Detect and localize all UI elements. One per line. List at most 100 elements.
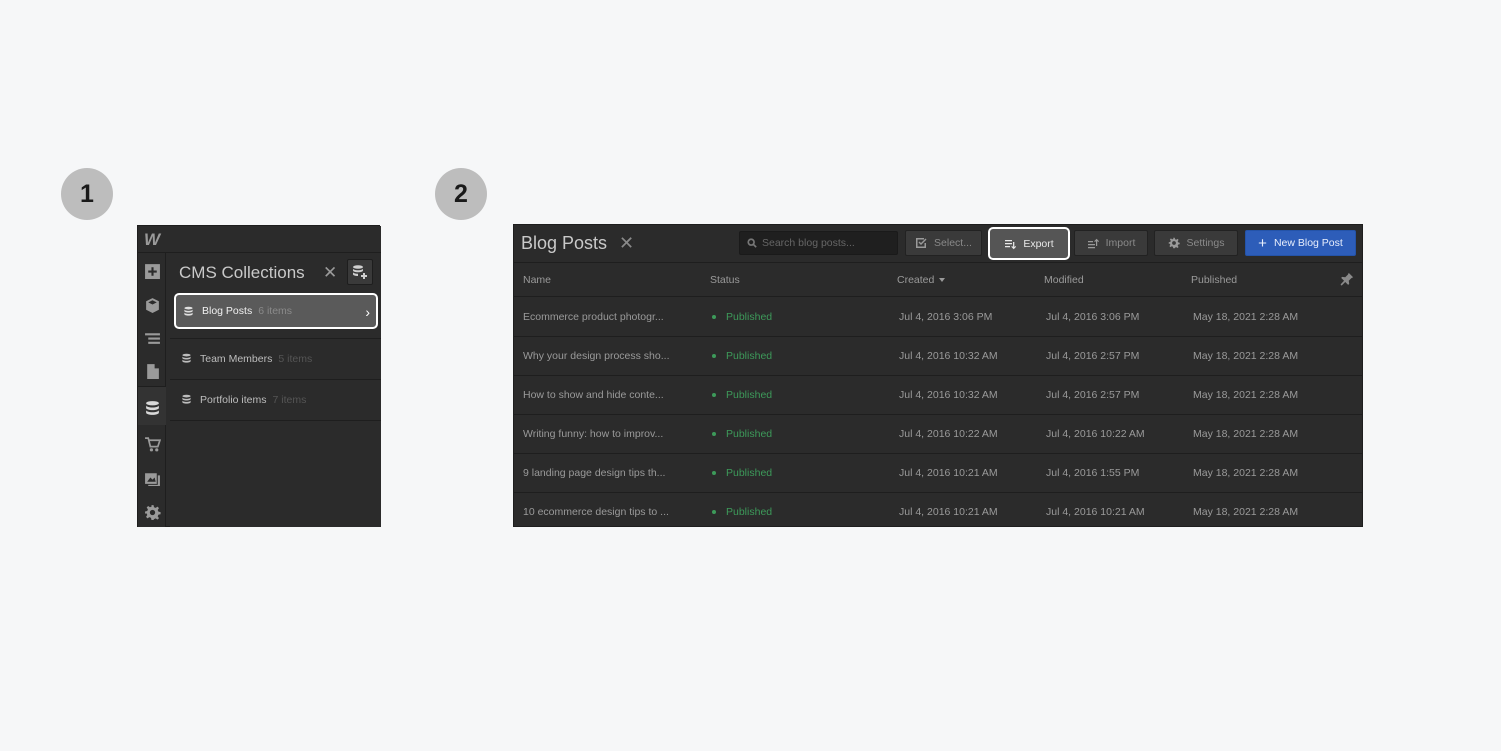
cell-published: May 18, 2021 2:28 AM — [1193, 467, 1299, 479]
add-database-icon — [353, 265, 367, 279]
blog-posts-panel: Blog Posts ✕ Select... Export Import Set… — [513, 224, 1363, 527]
pin-icon[interactable] — [1340, 272, 1354, 286]
pages-icon[interactable] — [141, 360, 163, 382]
webflow-logo: W — [143, 230, 161, 249]
database-icon — [182, 394, 191, 404]
status-label: Published — [726, 389, 773, 401]
cms-collections-panel: W CMS Collections ✕ Blog Posts 6 items ›… — [137, 225, 381, 527]
settings-button[interactable]: Settings — [1154, 230, 1238, 256]
status-dot-icon — [712, 354, 716, 359]
cell-name: Why your design process sho... — [523, 350, 670, 362]
database-icon — [184, 306, 193, 316]
status-label: Published — [726, 311, 773, 323]
select-label: Select... — [934, 237, 972, 249]
status-badge: Published — [712, 389, 772, 401]
cell-published: May 18, 2021 2:28 AM — [1193, 389, 1299, 401]
cell-created: Jul 4, 2016 10:22 AM — [899, 428, 998, 440]
export-button[interactable]: Export — [988, 227, 1070, 260]
search-input[interactable] — [762, 237, 892, 249]
table-row[interactable]: Why your design process sho... Published… — [514, 337, 1362, 376]
status-label: Published — [726, 506, 773, 518]
status-badge: Published — [712, 428, 772, 440]
column-header-created-label: Created — [897, 274, 935, 286]
cell-modified: Jul 4, 2016 1:55 PM — [1046, 467, 1140, 479]
gear-icon — [1168, 237, 1180, 249]
collection-item-team-members[interactable]: Team Members 5 items — [170, 338, 381, 378]
table-row[interactable]: How to show and hide conte... Published … — [514, 376, 1362, 415]
status-badge: Published — [712, 467, 772, 479]
table-row[interactable]: 9 landing page design tips th... Publish… — [514, 454, 1362, 493]
cell-created: Jul 4, 2016 10:32 AM — [899, 350, 998, 362]
step-badge-1: 1 — [61, 168, 113, 220]
search-icon — [747, 238, 757, 248]
new-blog-post-button[interactable]: + New Blog Post — [1245, 230, 1356, 256]
collection-name: Blog Posts — [202, 305, 253, 317]
status-label: Published — [726, 428, 773, 440]
status-label: Published — [726, 467, 773, 479]
column-header-published[interactable]: Published — [1191, 274, 1237, 286]
cell-created: Jul 4, 2016 3:06 PM — [899, 311, 993, 323]
table-row[interactable]: Ecommerce product photogr... Published J… — [514, 298, 1362, 337]
symbols-icon[interactable] — [141, 294, 163, 316]
top-bar: W — [138, 226, 381, 253]
cell-published: May 18, 2021 2:28 AM — [1193, 350, 1299, 362]
row-divider — [170, 420, 381, 421]
database-icon — [182, 353, 191, 363]
add-panel-icon[interactable] — [141, 260, 163, 282]
status-dot-icon — [712, 471, 716, 476]
chevron-right-icon: › — [365, 304, 370, 320]
collections-content: CMS Collections ✕ Blog Posts 6 items › T… — [170, 253, 381, 527]
status-badge: Published — [712, 350, 772, 362]
assets-icon[interactable] — [141, 467, 163, 489]
cell-modified: Jul 4, 2016 10:22 AM — [1046, 428, 1145, 440]
cell-name: 10 ecommerce design tips to ... — [523, 506, 669, 518]
new-blog-post-label: New Blog Post — [1273, 237, 1343, 249]
status-dot-icon — [712, 510, 716, 515]
cell-published: May 18, 2021 2:28 AM — [1193, 506, 1299, 518]
collection-name: Team Members — [200, 352, 273, 365]
column-header-created[interactable]: Created — [897, 274, 946, 286]
status-dot-icon — [712, 315, 716, 320]
cell-name: 9 landing page design tips th... — [523, 467, 666, 479]
left-toolbar — [138, 253, 166, 527]
panel-title: CMS Collections — [179, 263, 305, 282]
collection-item-portfolio-items[interactable]: Portfolio items 7 items — [170, 379, 381, 419]
cell-modified: Jul 4, 2016 10:21 AM — [1046, 506, 1145, 518]
import-button[interactable]: Import — [1074, 230, 1148, 256]
status-badge: Published — [712, 311, 772, 323]
cell-published: May 18, 2021 2:28 AM — [1193, 311, 1299, 323]
navigator-icon[interactable] — [141, 327, 163, 349]
settings-gear-icon[interactable] — [141, 501, 163, 523]
import-icon — [1087, 238, 1099, 249]
column-header-status[interactable]: Status — [710, 274, 740, 286]
add-collection-button[interactable] — [347, 259, 373, 285]
import-label: Import — [1105, 237, 1136, 249]
select-button[interactable]: Select... — [905, 230, 982, 256]
column-header-name[interactable]: Name — [523, 274, 551, 286]
cell-created: Jul 4, 2016 10:32 AM — [899, 389, 998, 401]
cell-modified: Jul 4, 2016 2:57 PM — [1046, 389, 1140, 401]
cell-published: May 18, 2021 2:28 AM — [1193, 428, 1299, 440]
close-icon[interactable]: ✕ — [323, 263, 337, 283]
cms-database-icon[interactable] — [141, 397, 163, 419]
collection-item-blog-posts[interactable]: Blog Posts 6 items › — [174, 293, 378, 329]
collection-name: Portfolio items — [200, 393, 267, 406]
cell-modified: Jul 4, 2016 2:57 PM — [1046, 350, 1140, 362]
table-row[interactable]: Writing funny: how to improv... Publishe… — [514, 415, 1362, 454]
cell-created: Jul 4, 2016 10:21 AM — [899, 467, 998, 479]
table-header: Name Status Created Modified Published — [514, 264, 1362, 297]
table-row[interactable]: 10 ecommerce design tips to ... Publishe… — [514, 493, 1362, 526]
cell-modified: Jul 4, 2016 3:06 PM — [1046, 311, 1140, 323]
collection-count: 6 items — [258, 305, 293, 317]
search-box — [739, 231, 898, 255]
ecommerce-cart-icon[interactable] — [141, 433, 163, 455]
status-dot-icon — [712, 393, 716, 398]
cell-name: Writing funny: how to improv... — [523, 428, 664, 440]
collection-count: 5 items — [278, 352, 313, 365]
close-icon[interactable]: ✕ — [619, 233, 634, 254]
column-header-modified[interactable]: Modified — [1044, 274, 1084, 286]
sort-caret-icon — [939, 278, 946, 283]
collection-count: 7 items — [272, 393, 307, 406]
settings-label: Settings — [1186, 237, 1225, 249]
step-badge-2: 2 — [435, 168, 487, 220]
